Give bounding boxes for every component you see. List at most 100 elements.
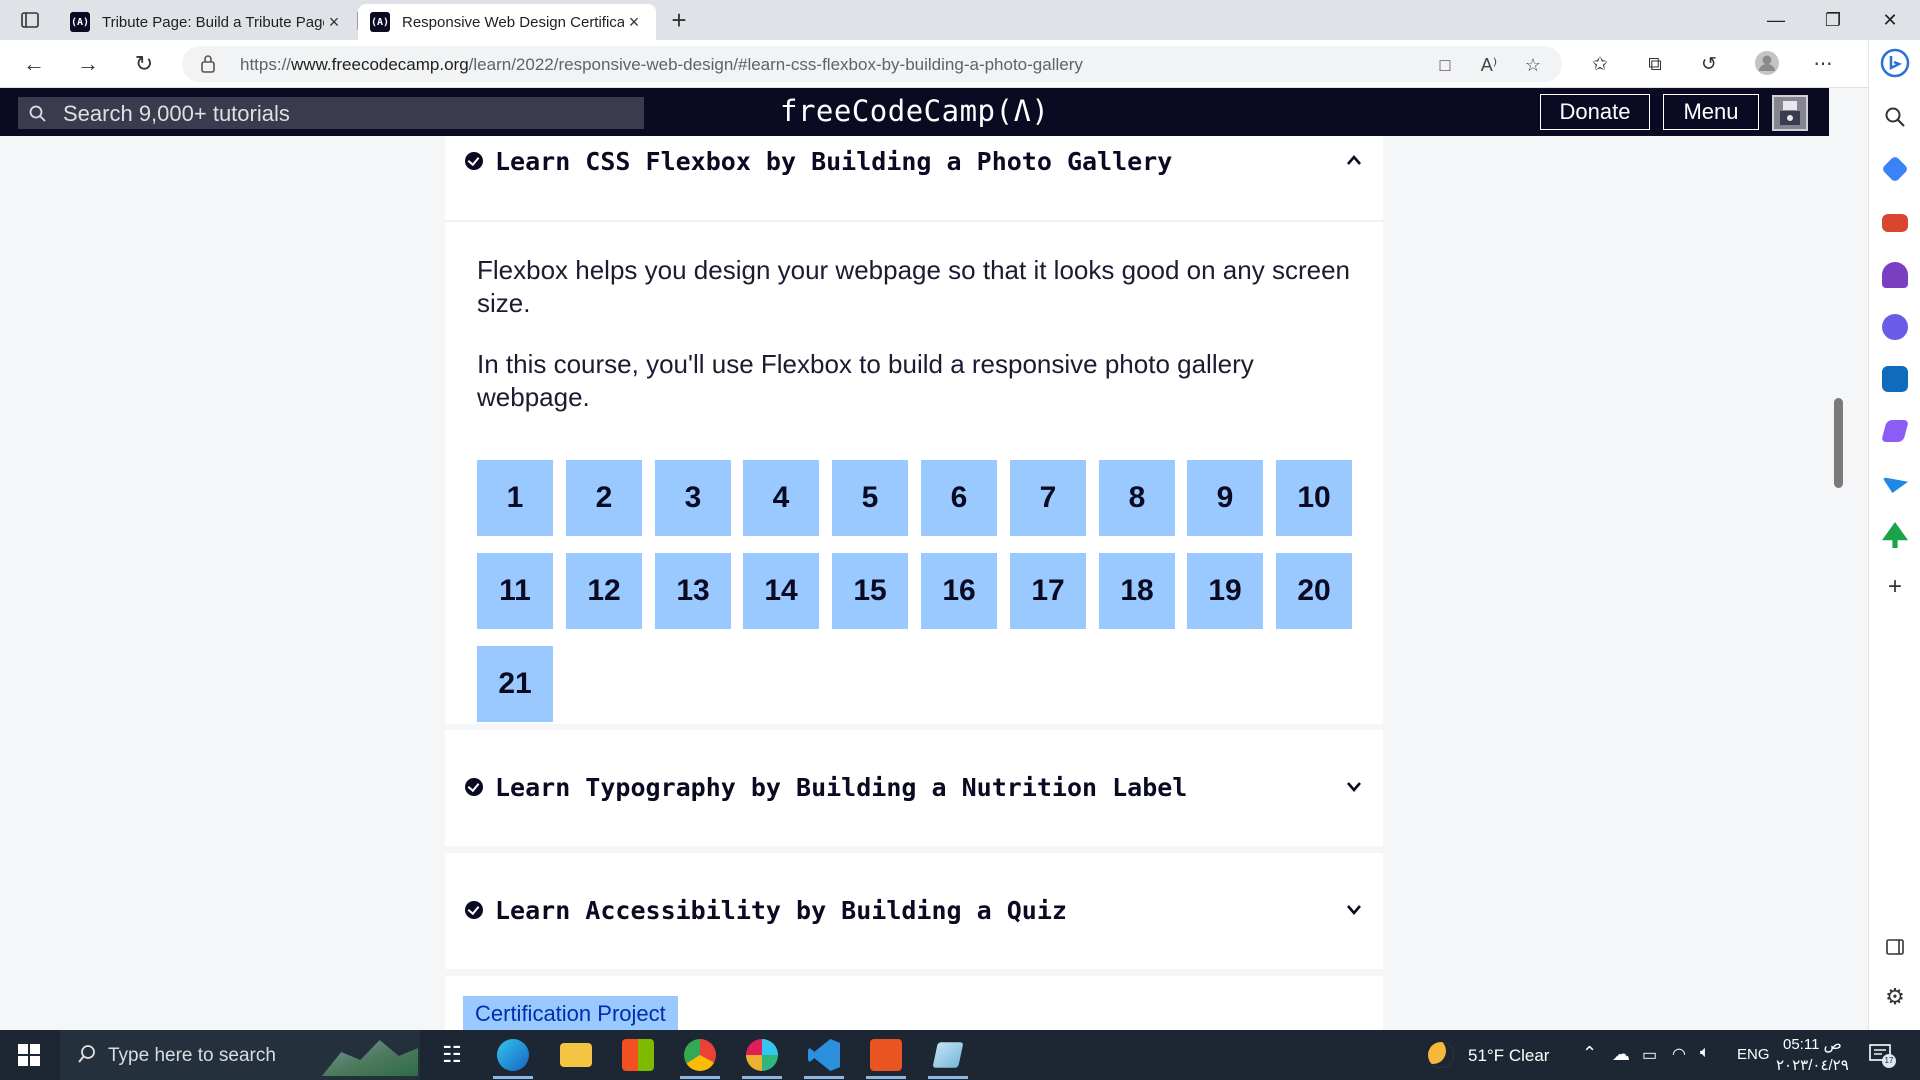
freecodecamp-logo[interactable]: freeCodeCamp(Ʌ) (780, 94, 1049, 128)
add-sidebar-app-icon[interactable]: + (1882, 574, 1908, 600)
settings-more-icon[interactable]: ⋯ (1808, 50, 1838, 80)
send-icon[interactable] (1882, 477, 1908, 493)
microsoft-365-icon[interactable] (1882, 314, 1908, 340)
fcc-search-input[interactable]: Search 9,000+ tutorials (18, 97, 644, 129)
add-favorite-icon[interactable]: ☆ (1520, 54, 1546, 76)
step-button-9[interactable]: 9 (1187, 460, 1263, 536)
step-button-12[interactable]: 12 (566, 553, 642, 629)
outlook-icon[interactable] (1882, 366, 1908, 392)
language-indicator[interactable]: ENG (1737, 1046, 1770, 1063)
weather-moon-icon[interactable] (1428, 1042, 1454, 1068)
step-button-17[interactable]: 17 (1010, 553, 1086, 629)
step-button-13[interactable]: 13 (655, 553, 731, 629)
file-explorer-icon[interactable] (560, 1043, 592, 1067)
clock-date[interactable]: ٢٠٢٣/٠٤/٢٩ (1776, 1056, 1849, 1074)
active-app-indicator (493, 1076, 533, 1079)
step-button-1[interactable]: 1 (477, 460, 553, 536)
slack-icon[interactable] (746, 1039, 778, 1071)
close-window-button[interactable]: ✕ (1862, 0, 1918, 40)
edge-taskbar-icon[interactable] (497, 1039, 529, 1071)
close-tab-icon[interactable]: × (324, 12, 344, 33)
block-title: Learn Accessibility by Building a Quiz (495, 896, 1067, 925)
step-button-19[interactable]: 19 (1187, 553, 1263, 629)
designer-icon[interactable] (1880, 419, 1910, 443)
block-description: In this course, you'll use Flexbox to bu… (477, 349, 1254, 412)
user-avatar[interactable] (1772, 95, 1808, 131)
close-tab-icon[interactable]: × (624, 12, 644, 33)
profile-avatar-icon[interactable] (1752, 50, 1782, 80)
ubuntu-icon[interactable] (870, 1039, 902, 1071)
tab-actions-icon[interactable] (18, 8, 42, 32)
show-hidden-icons-chevron-up-icon[interactable]: ⌃ (1582, 1043, 1597, 1064)
clock-time[interactable]: 05:11 ص (1783, 1035, 1842, 1053)
superblock-photo-gallery: Learn CSS Flexbox by Building a Photo Ga… (445, 136, 1383, 724)
back-button[interactable]: ← (16, 48, 52, 80)
lock-icon[interactable] (200, 54, 220, 74)
step-button-7[interactable]: 7 (1010, 460, 1086, 536)
wifi-icon[interactable]: ◠ (1672, 1044, 1686, 1064)
step-button-21[interactable]: 21 (477, 646, 553, 722)
tree-icon[interactable] (1882, 522, 1908, 548)
superblock-accessibility-quiz[interactable]: Learn Accessibility by Building a Quiz (445, 853, 1383, 969)
read-aloud-icon[interactable]: A⁾ (1476, 54, 1502, 76)
tools-briefcase-icon[interactable] (1882, 214, 1908, 232)
step-button-5[interactable]: 5 (832, 460, 908, 536)
step-button-18[interactable]: 18 (1099, 553, 1175, 629)
step-button-15[interactable]: 15 (832, 553, 908, 629)
page-scrollbar-thumb[interactable] (1834, 398, 1843, 488)
reading-view-icon[interactable]: □ (1432, 54, 1458, 76)
active-app-indicator (742, 1076, 782, 1079)
step-button-14[interactable]: 14 (743, 553, 819, 629)
split-screen-icon[interactable] (1882, 934, 1908, 960)
shopping-tag-icon[interactable] (1881, 155, 1909, 183)
battery-icon[interactable]: ▭ (1642, 1045, 1657, 1065)
windows-start-icon[interactable] (18, 1044, 40, 1066)
microsoft-store-icon[interactable] (622, 1039, 654, 1071)
taskbar-search-input[interactable]: Type here to search (60, 1030, 420, 1080)
active-app-indicator (866, 1076, 906, 1079)
forward-button[interactable]: → (70, 48, 106, 80)
url-field[interactable]: https://www.freecodecamp.org/learn/2022/… (182, 46, 1562, 82)
chevron-down-icon (1344, 899, 1364, 919)
refresh-button[interactable]: ↻ (126, 48, 162, 80)
fcc-navbar: Search 9,000+ tutorials freeCodeCamp(Ʌ) … (0, 88, 1829, 136)
step-button-10[interactable]: 10 (1276, 460, 1352, 536)
superblock-nutrition-label[interactable]: Learn Typography by Building a Nutrition… (445, 730, 1383, 846)
browser-essentials-icon[interactable]: ↺ (1694, 50, 1724, 80)
favorites-icon[interactable]: ✩ (1585, 50, 1615, 80)
onedrive-cloud-icon[interactable]: ☁ (1612, 1044, 1630, 1065)
tab-tribute-page[interactable]: (A) Tribute Page: Build a Tribute Page × (58, 4, 356, 40)
vscode-icon[interactable] (808, 1039, 840, 1071)
tab-responsive-web-design[interactable]: (A) Responsive Web Design Certification … (358, 4, 656, 40)
step-button-20[interactable]: 20 (1276, 553, 1352, 629)
search-icon[interactable] (1882, 104, 1908, 130)
weather-text[interactable]: 51°F Clear (1468, 1046, 1549, 1066)
minimize-button[interactable]: — (1748, 0, 1804, 40)
notepad-icon[interactable] (932, 1042, 964, 1068)
step-button-8[interactable]: 8 (1099, 460, 1175, 536)
collections-icon[interactable]: ⧉ (1640, 50, 1670, 80)
menu-button[interactable]: Menu (1663, 94, 1759, 130)
step-button-2[interactable]: 2 (566, 460, 642, 536)
step-button-3[interactable]: 3 (655, 460, 731, 536)
bing-copilot-icon[interactable] (1880, 48, 1910, 78)
maximize-button[interactable]: ❐ (1805, 0, 1861, 40)
notification-center-icon[interactable]: 17 (1868, 1042, 1896, 1068)
new-tab-button[interactable]: + (664, 6, 694, 36)
volume-icon[interactable]: 🔈︎ (1700, 1044, 1710, 1062)
chrome-icon[interactable] (684, 1039, 716, 1071)
step-button-6[interactable]: 6 (921, 460, 997, 536)
page-scrollbar[interactable] (1829, 88, 1849, 1030)
block-header[interactable]: Learn CSS Flexbox by Building a Photo Ga… (445, 136, 1383, 222)
task-view-icon[interactable]: ☷ (436, 1039, 468, 1071)
step-button-16[interactable]: 16 (921, 553, 997, 629)
freecodecamp-favicon-icon: (A) (70, 12, 90, 32)
step-button-11[interactable]: 11 (477, 553, 553, 629)
freecodecamp-favicon-icon: (A) (370, 12, 390, 32)
step-button-4[interactable]: 4 (743, 460, 819, 536)
donate-button[interactable]: Donate (1540, 94, 1650, 130)
block-title: Learn Typography by Building a Nutrition… (495, 773, 1188, 802)
browser-tab-strip: (A) Tribute Page: Build a Tribute Page ×… (0, 0, 1920, 40)
games-icon[interactable] (1882, 262, 1908, 288)
sidebar-settings-gear-icon[interactable]: ⚙ (1882, 984, 1908, 1010)
